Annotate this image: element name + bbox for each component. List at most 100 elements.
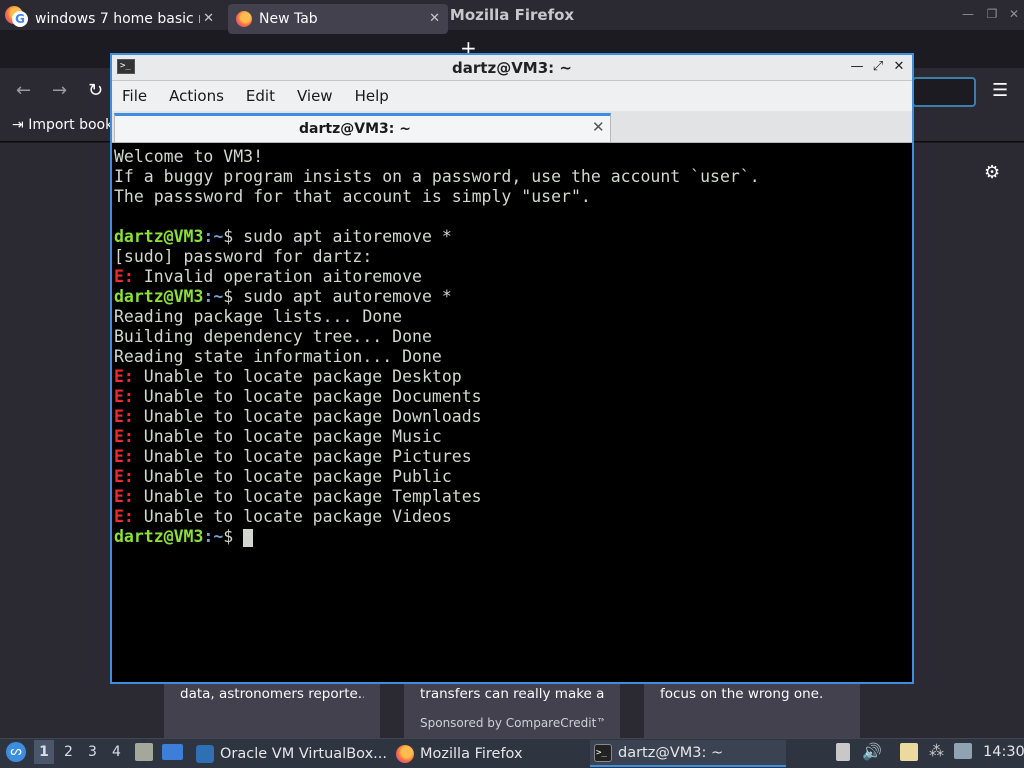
- prompt-symbol: $: [223, 287, 244, 306]
- task-firefox[interactable]: Mozilla Firefox: [392, 740, 588, 767]
- virtualbox-icon: [196, 744, 214, 763]
- menu-view[interactable]: View: [297, 87, 333, 105]
- gear-icon[interactable]: ⚙: [984, 162, 1000, 183]
- close-tab-icon[interactable]: ✕: [429, 11, 440, 26]
- task-label: dartz@VM3: ~: [618, 744, 724, 761]
- maximize-icon[interactable]: ❐: [984, 6, 1000, 22]
- output-line: Reading state information... Done: [114, 347, 442, 366]
- prompt-symbol: $: [223, 227, 244, 246]
- error-prefix: E:: [114, 467, 134, 486]
- menu-file[interactable]: File: [122, 87, 147, 105]
- output-line: The passsword for that account is simply…: [114, 187, 591, 206]
- terminal-title: dartz@VM3: ~: [452, 59, 572, 77]
- output-line: [sudo] password for dartz:: [114, 247, 373, 266]
- output-line: Welcome to VM3!: [114, 147, 264, 166]
- terminal-icon: >_: [594, 743, 612, 762]
- close-icon[interactable]: ✕: [1006, 6, 1022, 22]
- story-text: transfers can really make a...: [420, 686, 604, 702]
- file-manager-icon[interactable]: [135, 743, 153, 761]
- google-icon: G: [12, 11, 28, 27]
- clipboard-icon[interactable]: [836, 743, 850, 761]
- tab-windows-search[interactable]: G windows 7 home basic r ✕: [4, 4, 222, 34]
- error-prefix: E:: [114, 387, 134, 406]
- close-tab-icon[interactable]: ✕: [592, 118, 605, 136]
- menu-help[interactable]: Help: [355, 87, 389, 105]
- close-icon[interactable]: ✕: [890, 58, 908, 76]
- error-line: E: Unable to locate package Music: [114, 427, 442, 446]
- task-terminal[interactable]: >_ dartz@VM3: ~: [590, 740, 786, 767]
- output-line: If a buggy program insists on a password…: [114, 167, 760, 186]
- task-virtualbox[interactable]: Oracle VM VirtualBox...: [192, 740, 388, 767]
- task-label: Mozilla Firefox: [420, 745, 523, 762]
- workspace-2[interactable]: 2: [64, 744, 73, 760]
- clock[interactable]: 14:30: [983, 744, 1024, 760]
- forward-icon[interactable]: →: [52, 80, 67, 101]
- import-icon: ⇥: [12, 117, 24, 133]
- terminal-tabbar: dartz@VM3: ~ ✕: [112, 111, 912, 143]
- notes-icon[interactable]: [900, 743, 918, 761]
- error-prefix: E:: [114, 487, 134, 506]
- firefox-icon: [396, 744, 414, 763]
- prompt-user: dartz@VM3: [114, 287, 204, 306]
- error-prefix: E:: [114, 407, 134, 426]
- menu-actions[interactable]: Actions: [169, 87, 224, 105]
- error-line: E: Unable to locate package Downloads: [114, 407, 482, 426]
- prompt-path: :~: [203, 287, 224, 306]
- volume-icon[interactable]: 🔊: [862, 742, 882, 761]
- terminal-icon: >_: [117, 59, 135, 74]
- updates-icon[interactable]: [954, 743, 972, 759]
- tab-new-tab[interactable]: New Tab ✕: [228, 4, 448, 34]
- story-card[interactable]: focus on the wrong one.: [644, 684, 860, 738]
- reload-icon[interactable]: ↻: [88, 80, 103, 101]
- error-prefix: E:: [114, 267, 134, 286]
- task-label: Oracle VM VirtualBox...: [220, 745, 387, 762]
- prompt-path: :~: [203, 227, 224, 246]
- show-desktop-icon[interactable]: [162, 744, 183, 760]
- workspace-4[interactable]: 4: [112, 744, 121, 760]
- sponsor-label: Sponsored by CompareCredit™: [420, 716, 604, 730]
- error-line: E: Unable to locate package Documents: [114, 387, 482, 406]
- minimize-icon[interactable]: —: [848, 58, 866, 76]
- error-prefix: E:: [114, 427, 134, 446]
- terminal-titlebar[interactable]: dartz@VM3: ~ >_ — ⤢ ✕: [112, 55, 912, 81]
- import-bookmarks-button[interactable]: ⇥ Import book: [12, 117, 113, 133]
- tab-label: New Tab: [259, 11, 318, 27]
- network-icon[interactable]: ⁂: [929, 742, 944, 760]
- hamburger-menu-icon[interactable]: ☰: [992, 80, 1008, 101]
- command-text: sudo apt autoremove *: [243, 287, 452, 306]
- terminal-tab[interactable]: dartz@VM3: ~ ✕: [114, 113, 611, 142]
- close-tab-icon[interactable]: ✕: [203, 11, 214, 26]
- story-text: data, astronomers reporte...: [180, 686, 364, 702]
- command-line: dartz@VM3:~$: [114, 527, 912, 547]
- maximize-icon[interactable]: ⤢: [869, 58, 887, 76]
- start-menu-icon[interactable]: ᔕ: [6, 742, 26, 762]
- firefox-icon: [236, 11, 252, 27]
- prompt-user: dartz@VM3: [114, 527, 204, 546]
- output-line: Reading package lists... Done: [114, 307, 403, 326]
- tab-label: windows 7 home basic r: [35, 11, 200, 27]
- story-card[interactable]: data, astronomers reporte...: [164, 684, 380, 738]
- workspace-3[interactable]: 3: [88, 744, 97, 760]
- url-input[interactable]: [912, 77, 976, 107]
- workspace-1[interactable]: 1: [34, 740, 54, 764]
- text-cursor: [243, 528, 254, 547]
- error-line: E: Unable to locate package Desktop: [114, 367, 462, 386]
- error-prefix: E:: [114, 447, 134, 466]
- command-line: dartz@VM3:~$ sudo apt autoremove *: [114, 287, 912, 307]
- command-text: sudo apt aitoremove *: [243, 227, 452, 246]
- terminal-menubar: File Actions Edit View Help: [112, 81, 912, 111]
- output-line: Building dependency tree... Done: [114, 327, 432, 346]
- error-line: E: Invalid operation aitoremove: [114, 267, 422, 286]
- error-prefix: E:: [114, 367, 134, 386]
- minimize-icon[interactable]: —: [960, 6, 976, 22]
- terminal-output[interactable]: Welcome to VM3! If a buggy program insist…: [112, 145, 912, 682]
- error-prefix: E:: [114, 507, 134, 526]
- back-icon[interactable]: ←: [16, 80, 31, 101]
- menu-edit[interactable]: Edit: [246, 87, 275, 105]
- error-line: E: Unable to locate package Templates: [114, 487, 482, 506]
- story-card[interactable]: transfers can really make a... Sponsored…: [404, 684, 620, 738]
- story-text: focus on the wrong one.: [660, 686, 824, 702]
- firefox-window-title: Mozilla Firefox: [449, 6, 575, 24]
- terminal-tab-label: dartz@VM3: ~: [299, 121, 411, 137]
